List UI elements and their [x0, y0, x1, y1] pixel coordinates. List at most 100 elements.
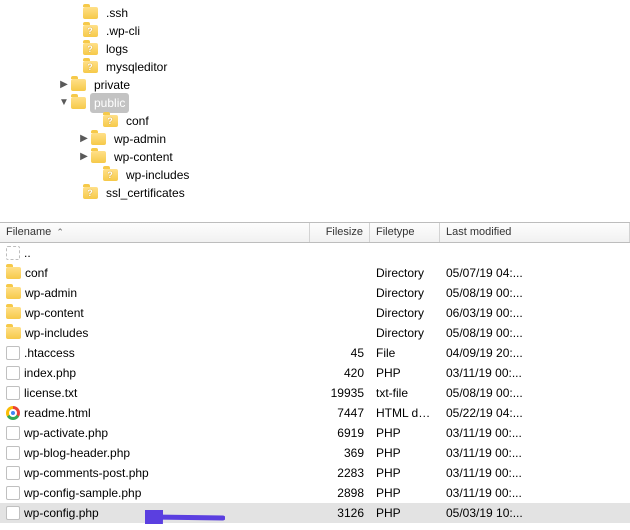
tree-item-label: conf: [122, 111, 153, 131]
table-row[interactable]: license.txt19935txt-file05/08/19 00:...: [0, 383, 630, 403]
cell-filesize: 2898: [310, 484, 370, 502]
tree-item[interactable]: ▶ private: [0, 76, 630, 94]
filename-label: wp-blog-header.php: [24, 446, 130, 460]
folder-icon: [90, 131, 106, 147]
file-icon: [6, 426, 20, 440]
folder-icon: [90, 149, 106, 165]
folder-icon: [6, 327, 21, 339]
cell-filetype: Directory: [370, 284, 440, 302]
table-row[interactable]: readme.html7447HTML do...05/22/19 04:...: [0, 403, 630, 423]
cell-lastmodified: 05/03/19 10:...: [440, 504, 630, 522]
cell-filetype: PHP: [370, 504, 440, 522]
folder-icon: [70, 95, 86, 111]
filename-label: wp-comments-post.php: [24, 466, 149, 480]
file-list-header[interactable]: Filename ⌃ Filesize Filetype Last modifi…: [0, 223, 630, 243]
chevron-right-icon[interactable]: ▶: [58, 76, 70, 94]
cell-filetype: PHP: [370, 484, 440, 502]
cell-filesize: [310, 251, 370, 255]
cell-lastmodified: 05/08/19 00:...: [440, 284, 630, 302]
tree-item-label: wp-content: [110, 147, 177, 167]
file-icon: [6, 346, 20, 360]
chevron-right-icon[interactable]: ▶: [78, 130, 90, 148]
cell-filesize: 369: [310, 444, 370, 462]
cell-filename: conf: [0, 264, 310, 282]
unknown-folder-icon: [102, 113, 118, 129]
chevron-right-icon[interactable]: ▶: [78, 148, 90, 166]
filename-label: wp-includes: [25, 326, 88, 340]
cell-filesize: [310, 311, 370, 315]
table-row[interactable]: wp-contentDirectory06/03/19 00:...: [0, 303, 630, 323]
header-filename[interactable]: Filename ⌃: [0, 223, 310, 242]
cell-lastmodified: 03/11/19 00:...: [440, 364, 630, 382]
tree-item-label: private: [90, 75, 134, 95]
table-row[interactable]: .htaccess45File04/09/19 20:...: [0, 343, 630, 363]
filename-label: license.txt: [24, 386, 77, 400]
tree-item-label: wp-includes: [122, 165, 193, 185]
cell-lastmodified: 06/03/19 00:...: [440, 304, 630, 322]
filename-label: readme.html: [24, 406, 91, 420]
folder-icon: [70, 77, 86, 93]
chevron-down-icon[interactable]: ▼: [58, 94, 70, 112]
directory-tree[interactable]: .ssh.wp-clilogsmysqleditor ▶ private ▼ publi…: [0, 0, 630, 222]
cell-filesize: [310, 271, 370, 275]
file-icon: [6, 386, 20, 400]
tree-item[interactable]: mysqleditor: [0, 58, 630, 76]
cell-filesize: 2283: [310, 464, 370, 482]
cell-filename: readme.html: [0, 404, 310, 422]
cell-filename: wp-config.php: [0, 504, 310, 522]
tree-item[interactable]: ▼ public: [0, 94, 630, 112]
cell-lastmodified: 03/11/19 00:...: [440, 464, 630, 482]
cell-filetype: PHP: [370, 424, 440, 442]
table-row[interactable]: wp-includes Directory05/08/19 00:...: [0, 323, 630, 343]
tree-item[interactable]: ▶ wp-admin: [0, 130, 630, 148]
file-list[interactable]: ..confDirectory05/07/19 04:...wp-adminDi…: [0, 243, 630, 523]
tree-item[interactable]: .wp-cli: [0, 22, 630, 40]
table-row[interactable]: wp-admin Directory05/08/19 00:...: [0, 283, 630, 303]
cell-filesize: [310, 291, 370, 295]
cell-lastmodified: 05/08/19 00:...: [440, 324, 630, 342]
file-icon: [6, 366, 20, 380]
cell-filename: wp-blog-header.php: [0, 444, 310, 462]
table-row[interactable]: wp-activate.php6919PHP03/11/19 00:...: [0, 423, 630, 443]
tree-item-label: mysqleditor: [102, 57, 171, 77]
tree-item[interactable]: conf: [0, 112, 630, 130]
tree-item-label: .ssh: [102, 3, 132, 23]
header-filetype[interactable]: Filetype: [370, 223, 440, 242]
tree-item-label: wp-admin: [110, 129, 170, 149]
table-row[interactable]: index.php420PHP03/11/19 00:...: [0, 363, 630, 383]
parent-dir-icon: [6, 246, 20, 260]
table-row[interactable]: wp-config-sample.php2898PHP03/11/19 00:.…: [0, 483, 630, 503]
cell-filename: license.txt: [0, 384, 310, 402]
filename-label: wp-activate.php: [24, 426, 108, 440]
tree-item[interactable]: ▶ wp-content: [0, 148, 630, 166]
unknown-folder-icon: [82, 185, 98, 201]
cell-filetype: Directory: [370, 324, 440, 342]
tree-item[interactable]: .ssh: [0, 4, 630, 22]
cell-filetype: PHP: [370, 364, 440, 382]
tree-item[interactable]: ssl_certificates: [0, 184, 630, 202]
cell-filetype: Directory: [370, 264, 440, 282]
sort-ascending-icon: ⌃: [56, 227, 64, 237]
cell-filename: wp-admin: [0, 284, 310, 302]
cell-filesize: 3126: [310, 504, 370, 522]
table-row[interactable]: confDirectory05/07/19 04:...: [0, 263, 630, 283]
file-icon: [6, 486, 20, 500]
table-row[interactable]: wp-comments-post.php2283PHP03/11/19 00:.…: [0, 463, 630, 483]
file-icon: [6, 446, 20, 460]
header-lastmodified[interactable]: Last modified: [440, 223, 630, 242]
cell-filename: index.php: [0, 364, 310, 382]
html-file-icon: [6, 406, 20, 420]
cell-filename: wp-content: [0, 304, 310, 322]
table-row[interactable]: wp-config.php3126PHP05/03/19 10:...: [0, 503, 630, 523]
header-filesize[interactable]: Filesize: [310, 223, 370, 242]
table-row[interactable]: wp-blog-header.php369PHP03/11/19 00:...: [0, 443, 630, 463]
cell-filesize: 7447: [310, 404, 370, 422]
tree-item-label: public: [90, 93, 129, 113]
tree-item[interactable]: logs: [0, 40, 630, 58]
cell-filename: wp-config-sample.php: [0, 484, 310, 502]
tree-item-label: ssl_certificates: [102, 183, 189, 203]
folder-icon: [6, 287, 21, 299]
table-row[interactable]: ..: [0, 243, 630, 263]
tree-item[interactable]: wp-includes: [0, 166, 630, 184]
file-icon: [6, 466, 20, 480]
